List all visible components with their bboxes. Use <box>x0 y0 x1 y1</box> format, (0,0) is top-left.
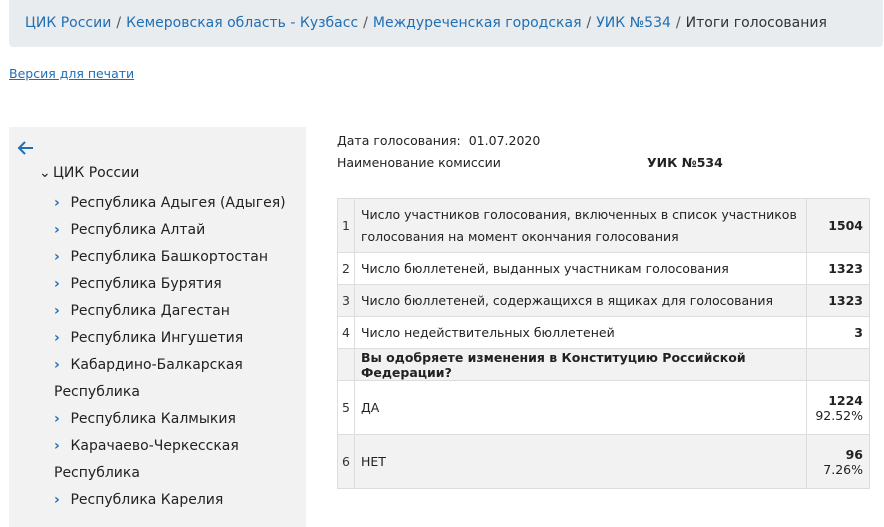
voting-date-label: Дата голосования: <box>337 133 461 148</box>
tree-item-label: Республика Башкортостан <box>70 249 269 265</box>
chevron-right-icon: › <box>54 249 60 265</box>
tree-item-label: Республика Дагестан <box>70 303 230 319</box>
breadcrumb-separator: / <box>586 15 592 31</box>
row-value: 3 <box>806 316 870 349</box>
tree-item-label: Республика Карелия <box>70 492 224 508</box>
answer-row-yes: 5 ДА 1224 92.52% <box>337 380 870 435</box>
back-arrow-icon[interactable] <box>17 139 35 157</box>
answer-value: 1224 92.52% <box>806 380 870 435</box>
chevron-right-icon: › <box>54 411 60 427</box>
tree-item[interactable]: › Кабардино-Балкарская Республика <box>54 352 299 406</box>
tree-item-label: Республика Калмыкия <box>70 411 236 427</box>
breadcrumb-district[interactable]: Междуреченская городская <box>373 15 582 31</box>
voting-date-value: 01.07.2020 <box>468 133 541 148</box>
table-row: 2 Число бюллетеней, выданных участникам … <box>337 252 870 285</box>
breadcrumb: ЦИК России / Кемеровская область - Кузбасс… <box>9 0 883 47</box>
chevron-right-icon: › <box>54 276 60 292</box>
chevron-right-icon: › <box>54 438 60 454</box>
breadcrumb-current: Итоги голосования <box>685 15 827 31</box>
row-number: 5 <box>337 380 355 435</box>
commission-row: Наименование комиссии УИК №534 <box>337 155 723 170</box>
print-version-link[interactable]: Версия для печати <box>9 66 134 81</box>
tree-item-label: Республика Бурятия <box>70 276 222 292</box>
row-value: 1323 <box>806 284 870 317</box>
voting-date-row: Дата голосования: 01.07.2020 <box>337 133 540 148</box>
row-number: 4 <box>337 316 355 349</box>
tree-root-cik[interactable]: ⌄ ЦИК России <box>39 165 139 181</box>
tree-item-label: Карачаево-Черкесская Республика <box>54 438 239 481</box>
breadcrumb-separator: / <box>363 15 368 31</box>
table-row: 4 Число недействительных бюллетеней 3 <box>337 316 870 349</box>
chevron-down-icon: ⌄ <box>39 165 51 181</box>
row-value: 1504 <box>806 198 870 253</box>
breadcrumb-region[interactable]: Кемеровская область - Кузбасс <box>126 15 358 31</box>
row-number <box>337 348 355 381</box>
answer-value: 96 7.26% <box>806 434 870 489</box>
breadcrumb-cik[interactable]: ЦИК России <box>25 15 111 31</box>
tree-item[interactable]: › Республика Дагестан <box>54 298 299 325</box>
question-row: Вы одобряете изменения в Конституцию Рос… <box>337 348 870 381</box>
chevron-right-icon: › <box>54 330 60 346</box>
answer-percent: 92.52% <box>815 407 863 423</box>
tree-item[interactable]: › Республика Карелия <box>54 487 299 514</box>
tree-item-label: Республика Ингушетия <box>70 330 244 346</box>
answer-row-no: 6 НЕТ 96 7.26% <box>337 434 870 489</box>
region-tree-sidebar: ⌄ ЦИК России › Республика Адыгея (Адыгея)… <box>9 127 306 527</box>
tree-item[interactable]: › Республика Адыгея (Адыгея) <box>54 190 299 217</box>
tree-item[interactable]: › Республика Бурятия <box>54 271 299 298</box>
question-text: Вы одобряете изменения в Конституцию Рос… <box>353 348 808 381</box>
row-number: 2 <box>337 252 355 285</box>
answer-count: 96 <box>845 446 863 462</box>
tree-item[interactable]: › Республика Калмыкия <box>54 406 299 433</box>
commission-value: УИК №534 <box>647 155 723 170</box>
breadcrumb-uik[interactable]: УИК №534 <box>596 15 671 31</box>
tree-item[interactable]: › Карачаево-Черкесская Республика <box>54 433 299 487</box>
answer-label: ДА <box>353 380 808 435</box>
row-value <box>806 348 870 381</box>
tree-item[interactable]: › Республика Алтай <box>54 217 299 244</box>
table-row: 3 Число бюллетеней, содержащихся в ящика… <box>337 284 870 317</box>
breadcrumb-separator: / <box>675 15 681 31</box>
chevron-right-icon: › <box>54 492 60 508</box>
commission-label: Наименование комиссии <box>337 155 501 170</box>
row-number: 1 <box>337 198 355 253</box>
chevron-right-icon: › <box>54 195 60 211</box>
tree-item-label: Республика Алтай <box>70 222 206 238</box>
row-label: Число недействительных бюллетеней <box>353 316 808 349</box>
tree-item-label: Республика Адыгея (Адыгея) <box>70 195 286 211</box>
chevron-right-icon: › <box>54 357 60 373</box>
tree-item[interactable]: › Республика Башкортостан <box>54 244 299 271</box>
tree-item[interactable]: › Республика Ингушетия <box>54 325 299 352</box>
answer-label: НЕТ <box>353 434 808 489</box>
answer-percent: 7.26% <box>823 461 863 477</box>
row-label: Число бюллетеней, содержащихся в ящиках … <box>353 284 808 317</box>
breadcrumb-separator: / <box>116 15 122 31</box>
row-label: Число бюллетеней, выданных участникам го… <box>353 252 808 285</box>
results-table: 1 Число участников голосования, включенн… <box>337 198 870 489</box>
table-row: 1 Число участников голосования, включенн… <box>337 198 870 253</box>
row-number: 3 <box>337 284 355 317</box>
chevron-right-icon: › <box>54 303 60 319</box>
row-value: 1323 <box>806 252 870 285</box>
row-label: Число участников голосования, включенных… <box>353 198 808 253</box>
answer-count: 1224 <box>828 392 863 408</box>
row-number: 6 <box>337 434 355 489</box>
tree-root-label: ЦИК России <box>53 165 140 181</box>
tree-item-label: Кабардино-Балкарская Республика <box>54 357 243 400</box>
chevron-right-icon: › <box>54 222 60 238</box>
